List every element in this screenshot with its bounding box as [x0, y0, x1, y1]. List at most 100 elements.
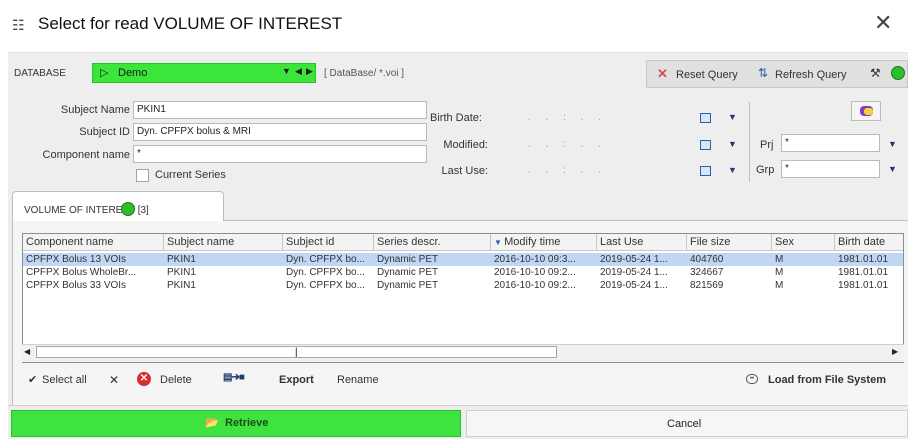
prj-label: Prj [760, 139, 774, 151]
rename-button[interactable]: Rename [337, 374, 379, 386]
column-header[interactable]: ▼ Modify time [491, 234, 597, 251]
folder-open-icon: 📂 [205, 417, 219, 429]
column-label: Sex [775, 236, 794, 248]
table-cell: M [775, 267, 784, 278]
table-cell: M [775, 254, 784, 265]
grp-input[interactable]: * [781, 160, 880, 178]
table-cell: 2016-10-10 09:2... [494, 280, 576, 291]
table-cell: Dyn. CPFPX bo... [286, 280, 365, 291]
table-row[interactable]: CPFPX Bolus 33 VOIs PKIN1 Dyn. CPFPX bo...… [23, 279, 903, 292]
scroll-left-icon[interactable]: ◀ [24, 347, 30, 356]
database-label: DATABASE [14, 68, 66, 79]
export-icon: ▤➔■ [223, 372, 245, 383]
table-cell: CPFPX Bolus WholeBr... [26, 267, 137, 278]
current-series-checkbox[interactable] [136, 169, 149, 182]
column-label: Subject id [286, 236, 335, 248]
table-cell: 404760 [690, 254, 724, 265]
load-from-file-system-button[interactable]: Load from File System [768, 374, 886, 386]
tab-menu-icon[interactable] [121, 202, 135, 216]
last-use-date-field[interactable]: . . : . . [528, 165, 607, 176]
table-cell: Dyn. CPFPX bo... [286, 254, 365, 265]
column-header[interactable]: Component name [23, 234, 164, 251]
table-cell: CPFPX Bolus 13 VOIs [26, 254, 127, 265]
prj-input[interactable]: * [781, 134, 880, 152]
column-label: Subject name [167, 236, 235, 248]
export-button[interactable]: Export [279, 374, 314, 386]
subject-id-input[interactable]: Dyn. CPFPX bolus & MRI [133, 123, 427, 141]
column-label: Modify time [504, 236, 561, 248]
cancel-label: Cancel [667, 418, 702, 430]
refresh-icon[interactable]: ⇅ [758, 66, 768, 80]
sort-descending-icon: ▼ [494, 238, 505, 247]
column-label: Series descr. [377, 236, 441, 248]
reset-query-icon[interactable]: ✕ [657, 66, 668, 82]
table-cell: 1981.01.01 [838, 254, 889, 265]
dropdown-arrow-icon[interactable]: ▼ [728, 165, 737, 175]
separator [749, 102, 750, 182]
subject-name-label: Subject Name [60, 104, 130, 116]
modified-date-field[interactable]: . . : . . [528, 139, 607, 150]
next-database-icon[interactable]: ▶ [306, 66, 313, 77]
select-all-button[interactable]: Select all [42, 374, 87, 386]
subject-id-label: Subject ID [79, 126, 130, 138]
table-cell: Dyn. CPFPX bo... [286, 267, 365, 278]
table-row[interactable]: CPFPX Bolus 13 VOIs PKIN1 Dyn. CPFPX bo...… [23, 253, 903, 266]
play-icon: ▷ [100, 67, 109, 79]
scroll-right-icon[interactable]: ▶ [892, 347, 898, 356]
calendar-icon[interactable] [700, 166, 711, 176]
column-header[interactable]: Subject name [164, 234, 283, 251]
load-from-file-system-icon: •• [746, 374, 758, 384]
table-cell: 2019-05-24 1... [600, 267, 668, 278]
last-use-label: Last Use: [441, 165, 488, 177]
table-cell: 821569 [690, 280, 724, 291]
table-cell: Dynamic PET [377, 280, 439, 291]
table-cell: M [775, 280, 784, 291]
current-series-label: Current Series [155, 169, 226, 181]
separator [8, 405, 908, 406]
column-header[interactable]: Series descr. [374, 234, 491, 251]
grp-label: Grp [756, 164, 775, 176]
dropdown-arrow-icon[interactable]: ▼ [282, 66, 291, 76]
dropdown-arrow-icon[interactable]: ▼ [888, 139, 897, 149]
column-label: Component name [26, 236, 114, 248]
column-header[interactable]: Last Use [597, 234, 687, 251]
column-header[interactable]: File size [687, 234, 772, 251]
reset-query-button[interactable]: Reset Query [676, 69, 738, 81]
delete-button[interactable]: Delete [160, 374, 192, 386]
table-cell: PKIN1 [167, 254, 196, 265]
subject-name-input[interactable]: PKIN1 [133, 101, 427, 119]
table-cell: 2016-10-10 09:2... [494, 267, 576, 278]
column-label: Birth date [838, 236, 886, 248]
grip-icon: ┃ [294, 348, 299, 357]
dropdown-arrow-icon[interactable]: ▼ [888, 164, 897, 174]
column-header[interactable]: Birth date [835, 234, 903, 251]
component-name-input[interactable]: * [133, 145, 427, 163]
refresh-query-button[interactable]: Refresh Query [775, 69, 847, 81]
column-header[interactable]: Subject id [283, 234, 374, 251]
table-cell: 2019-05-24 1... [600, 280, 668, 291]
sync-icon[interactable] [851, 101, 881, 121]
table-cell: CPFPX Bolus 33 VOIs [26, 280, 127, 291]
database-path: [ DataBase/ *.voi ] [324, 68, 405, 79]
calendar-icon[interactable] [700, 140, 711, 150]
column-label: File size [690, 236, 731, 248]
column-header[interactable]: Sex [772, 234, 835, 251]
dropdown-arrow-icon[interactable]: ▼ [728, 112, 737, 122]
deselect-icon[interactable]: ✕ [109, 373, 119, 387]
query-menu-icon[interactable] [891, 66, 905, 80]
table-cell: 1981.01.01 [838, 267, 889, 278]
table-cell: 2016-10-10 09:3... [494, 254, 576, 265]
app-icon: ☷ [12, 17, 25, 33]
wrench-icon[interactable]: ⚒ [870, 66, 881, 80]
dropdown-arrow-icon[interactable]: ▼ [728, 139, 737, 149]
calendar-icon[interactable] [700, 113, 711, 123]
table-cell: Dynamic PET [377, 254, 439, 265]
column-label: Last Use [600, 236, 644, 248]
modified-label: Modified: [443, 139, 488, 151]
table-row[interactable]: CPFPX Bolus WholeBr... PKIN1 Dyn. CPFPX bo… [23, 266, 903, 279]
birth-date-field[interactable]: . . : . . [528, 112, 607, 123]
close-icon[interactable]: ✕ [874, 12, 892, 34]
check-icon: ✔ [28, 374, 38, 386]
database-name: Demo [118, 67, 148, 79]
previous-database-icon[interactable]: ◀ [295, 66, 302, 77]
